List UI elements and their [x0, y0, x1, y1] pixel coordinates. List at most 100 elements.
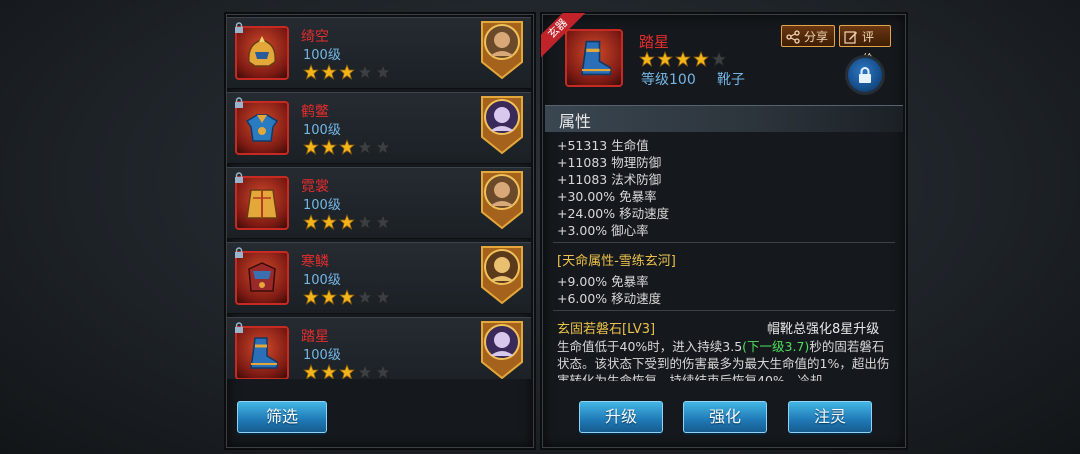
star-rating	[639, 51, 729, 67]
armor-icon	[235, 101, 289, 155]
lock-icon	[235, 172, 243, 183]
fate-attribute-title: [天命属性-雪练玄河]	[557, 254, 676, 269]
share-label: 分享	[804, 30, 829, 44]
star-icon	[339, 64, 355, 80]
list-item[interactable]: 霓裳 100级	[227, 167, 531, 239]
item-name: 鹤鳖	[301, 104, 329, 120]
list-item[interactable]: 鹤鳖 100级	[227, 92, 531, 164]
lock-icon	[235, 22, 243, 33]
star-icon	[357, 289, 373, 305]
filter-button[interactable]: 筛选	[237, 401, 327, 433]
boot-icon	[565, 29, 623, 87]
star-icon	[339, 214, 355, 230]
star-icon	[357, 364, 373, 379]
share-button[interactable]: 分享	[781, 25, 835, 47]
attribute-title: 属性	[559, 112, 592, 131]
star-icon	[303, 214, 319, 230]
lock-icon	[235, 97, 243, 108]
star-icon	[321, 214, 337, 230]
star-rating	[303, 289, 393, 305]
equipment-list[interactable]: 绮空 100级 鹤鳖 100级 霓裳 100级 寒鳞 100级 踏星 100级	[227, 15, 533, 379]
star-icon	[303, 139, 319, 155]
star-icon	[357, 214, 373, 230]
item-level: 100级	[303, 273, 341, 288]
star-icon	[357, 139, 373, 155]
hero-shield-icon	[481, 171, 523, 230]
hero-portrait[interactable]	[479, 95, 525, 155]
item-level: 100级	[303, 48, 341, 63]
star-icon	[675, 51, 691, 67]
star-icon	[303, 64, 319, 80]
robe-icon	[235, 176, 289, 230]
item-level: 100级	[303, 348, 341, 363]
skill-title: 玄固若磐石[LV3]	[557, 322, 656, 337]
upgrade-button[interactable]: 升级	[579, 401, 663, 433]
lock-button[interactable]	[845, 55, 885, 95]
star-icon	[303, 289, 319, 305]
list-item[interactable]: 踏星 100级	[227, 317, 531, 379]
armor-icon	[235, 251, 289, 305]
star-icon	[339, 289, 355, 305]
item-name: 霓裳	[301, 179, 329, 195]
star-icon	[303, 364, 319, 379]
attribute-scroll-area[interactable]: 属性 +51313 生命值 +11083 物理防御 +11083 法术防御 +3…	[543, 105, 905, 381]
star-icon	[321, 289, 337, 305]
star-icon	[639, 51, 655, 67]
share-icon	[786, 30, 800, 44]
star-icon	[375, 64, 391, 80]
star-rating	[303, 364, 393, 379]
list-item[interactable]: 绮空 100级	[227, 17, 531, 89]
star-icon	[321, 139, 337, 155]
equipment-type: 靴子	[717, 72, 745, 88]
item-name: 踏星	[301, 329, 329, 345]
helmet-icon	[235, 26, 289, 80]
star-icon	[711, 51, 727, 67]
list-item[interactable]: 寒鳞 100级	[227, 242, 531, 314]
star-icon	[321, 64, 337, 80]
divider	[553, 310, 895, 311]
infuse-button[interactable]: 注灵	[788, 401, 872, 433]
rate-button[interactable]: 评价	[839, 25, 891, 66]
star-rating	[303, 139, 393, 155]
star-icon	[375, 289, 391, 305]
hero-shield-icon	[481, 21, 523, 80]
equipment-name: 踏星	[639, 33, 670, 51]
star-rating	[303, 214, 393, 230]
lock-icon	[235, 247, 243, 258]
equipment-level: 等级100	[641, 72, 696, 88]
skill-desc-part-a: 生命值低于40%时，进入持续3.5	[557, 339, 743, 354]
star-icon	[339, 139, 355, 155]
edit-icon	[844, 31, 857, 44]
item-level: 100级	[303, 123, 341, 138]
divider	[553, 242, 895, 243]
skill-description: 生命值低于40%时，进入持续3.5(下一级3.7)秒的固若磐石状态。该状态下受到…	[557, 338, 891, 381]
stat-line: +3.00% 御心率	[557, 223, 649, 238]
star-icon	[357, 64, 373, 80]
star-icon	[375, 139, 391, 155]
skill-desc-next-level: (下一级3.7)	[742, 339, 810, 354]
star-icon	[321, 364, 337, 379]
skill-note: 帽靴总强化8星升级	[767, 322, 880, 337]
item-name: 绮空	[301, 29, 329, 45]
equipment-detail-panel: 玄器 踏星 等级100 靴子 分享 评价 属性 +51313 生命值 +1108…	[541, 13, 906, 448]
star-icon	[339, 364, 355, 379]
enhance-button[interactable]: 强化	[683, 401, 767, 433]
item-name: 寒鳞	[301, 254, 329, 270]
equipment-list-panel: 绮空 100级 鹤鳖 100级 霓裳 100级 寒鳞 100级 踏星 100级 …	[226, 14, 534, 448]
star-rating	[303, 64, 393, 80]
star-icon	[375, 214, 391, 230]
hero-shield-icon	[481, 246, 523, 305]
hero-portrait[interactable]	[479, 170, 525, 230]
hero-portrait[interactable]	[479, 20, 525, 80]
lock-icon	[859, 67, 871, 83]
stat-line: +6.00% 移动速度	[557, 291, 662, 306]
hero-shield-icon	[481, 321, 523, 379]
hero-portrait[interactable]	[479, 320, 525, 379]
star-icon	[657, 51, 673, 67]
hero-portrait[interactable]	[479, 245, 525, 305]
star-icon	[375, 364, 391, 379]
star-icon	[693, 51, 709, 67]
lock-icon	[235, 322, 243, 333]
hero-shield-icon	[481, 96, 523, 155]
attribute-header: 属性	[545, 105, 903, 132]
